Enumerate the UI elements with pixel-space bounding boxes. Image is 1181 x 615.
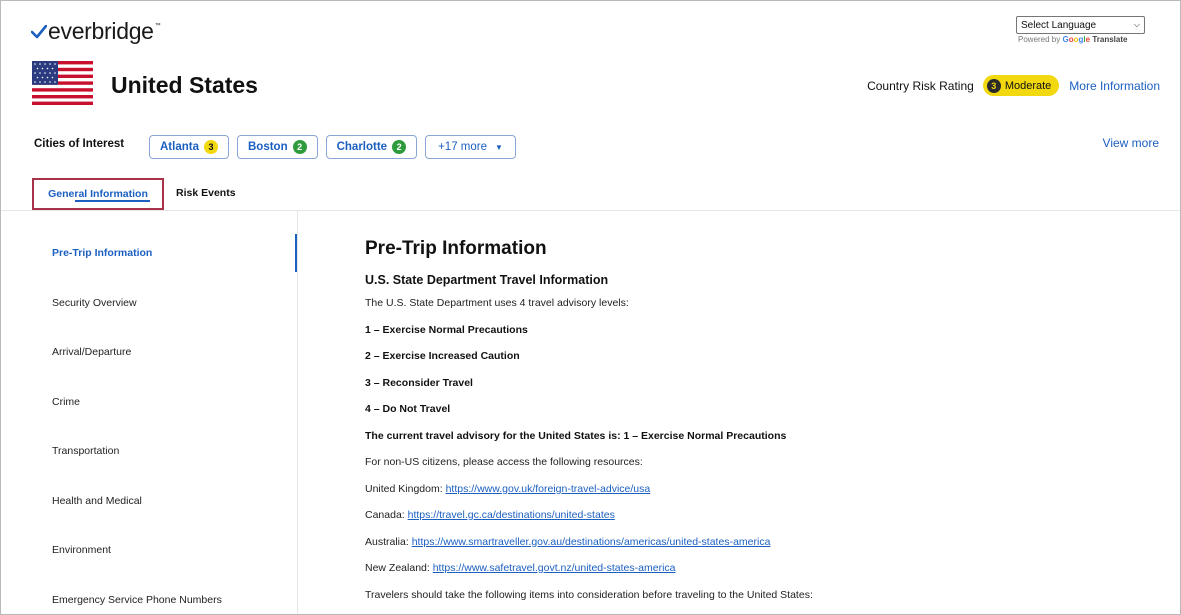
sidebar-item-environment[interactable]: Environment	[52, 544, 111, 556]
city-name: Charlotte	[336, 141, 388, 153]
language-select-value: Select Language	[1021, 19, 1097, 31]
advisory-level-2: 2 – Exercise Increased Caution	[365, 350, 520, 362]
sidebar-item-health-and-medical[interactable]: Health and Medical	[52, 495, 142, 507]
cities-list: Atlanta 3 Boston 2 Charlotte 2 +17 more …	[149, 135, 516, 159]
resource-link-new-zealand[interactable]: https://www.safetravel.govt.nz/united-st…	[433, 562, 676, 574]
current-advisory: The current travel advisory for the Unit…	[365, 429, 787, 442]
country-title: United States	[111, 72, 258, 98]
advisory-level-4: 4 – Do Not Travel	[365, 403, 451, 415]
sidebar-item-arrival-departure[interactable]: Arrival/Departure	[52, 346, 131, 358]
more-cities-dropdown[interactable]: +17 more ▼	[425, 135, 516, 159]
country-risk-rating: Country Risk Rating 3 Moderate More Info…	[867, 75, 1160, 96]
resource-united-kingdom: United Kingdom: https://www.gov.uk/forei…	[365, 482, 1165, 509]
resource-link-united-kingdom[interactable]: https://www.gov.uk/foreign-travel-advice…	[446, 483, 651, 495]
tab-label: General Information	[48, 188, 148, 200]
travel-considerations-intro: Travelers should take the following item…	[365, 588, 813, 601]
risk-level-badge: 3 Moderate	[982, 75, 1060, 96]
city-name: Atlanta	[160, 141, 199, 153]
view-more-link[interactable]: View more	[1103, 136, 1159, 150]
advisory-level-3: 3 – Reconsider Travel	[365, 376, 473, 389]
language-select[interactable]: Select Language ⌵	[1016, 16, 1145, 34]
non-us-intro: For non-US citizens, please access the f…	[365, 456, 643, 468]
risk-rating-label: Country Risk Rating	[867, 78, 974, 93]
city-risk-level-badge: 2	[292, 140, 307, 154]
powered-by-google: Powered by Google Translate	[1016, 35, 1145, 44]
everbridge-logo[interactable]: everbridge ™	[31, 18, 161, 45]
tab-general-information[interactable]: General Information	[32, 178, 164, 210]
google-logo: Google	[1062, 35, 1091, 44]
advisory-intro: The U.S. State Department uses 4 travel …	[365, 297, 629, 309]
risk-level-number: 3	[986, 78, 1001, 93]
sidebar-divider	[297, 211, 298, 614]
cities-of-interest-label: Cities of Interest	[34, 138, 125, 150]
city-risk-level-badge: 2	[392, 140, 407, 154]
translate-link[interactable]: Translate	[1092, 35, 1127, 44]
checkmark-logo-icon	[31, 25, 47, 39]
city-risk-level-badge: 3	[203, 140, 218, 154]
resource-country-label: Australia:	[365, 535, 409, 548]
resource-country-label: Canada:	[365, 509, 405, 521]
sidebar-item-crime[interactable]: Crime	[52, 396, 80, 408]
sidebar-active-indicator	[295, 234, 297, 272]
brand-name: everbridge	[48, 18, 154, 44]
resource-country-label: United Kingdom:	[365, 482, 443, 495]
section-title: Pre-Trip Information	[365, 238, 547, 259]
resource-new-zealand: New Zealand: https://www.safetravel.govt…	[365, 561, 1165, 588]
caret-down-icon: ▼	[494, 142, 503, 152]
more-information-link[interactable]: More Information	[1069, 79, 1160, 93]
city-name: Boston	[247, 141, 288, 153]
sidebar-item-transportation[interactable]: Transportation	[52, 445, 119, 457]
language-widget: Select Language ⌵ Powered by Google Tran…	[1016, 16, 1145, 44]
chevron-down-icon: ⌵	[1133, 20, 1140, 29]
advisory-level-1: 1 – Exercise Normal Precautions	[365, 323, 528, 336]
main-content: Pre-Trip Information U.S. State Departme…	[365, 238, 1165, 614]
sidebar-item-security-overview[interactable]: Security Overview	[52, 297, 137, 309]
tabs-divider	[1, 210, 1180, 211]
resource-link-canada[interactable]: https://travel.gc.ca/destinations/united…	[408, 509, 615, 521]
resource-country-label: New Zealand:	[365, 562, 430, 574]
sidebar-item-emergency-service-phone-numbers[interactable]: Emergency Service Phone Numbers	[52, 594, 222, 606]
resource-australia: Australia: https://www.smartraveller.gov…	[365, 535, 1165, 562]
section-subtitle: U.S. State Department Travel Information	[365, 273, 609, 287]
trademark-mark: ™	[154, 23, 161, 29]
us-flag-icon	[32, 61, 93, 105]
city-pill-atlanta[interactable]: Atlanta 3	[149, 135, 229, 159]
page-frame: everbridge ™ Select Language ⌵ Powered b…	[0, 0, 1181, 615]
powered-by-label: Powered by	[1018, 35, 1061, 44]
resource-link-australia[interactable]: https://www.smartraveller.gov.au/destina…	[412, 536, 771, 548]
sidebar-item-pre-trip-information[interactable]: Pre-Trip Information	[52, 247, 152, 259]
tab-risk-events[interactable]: Risk Events	[176, 187, 236, 199]
city-pill-charlotte[interactable]: Charlotte 2	[325, 135, 418, 159]
risk-level-text: Moderate	[1004, 79, 1052, 92]
city-pill-boston[interactable]: Boston 2	[236, 135, 318, 159]
active-tab-indicator	[75, 200, 150, 202]
resource-canada: Canada: https://travel.gc.ca/destination…	[365, 508, 1165, 535]
more-cities-label: +17 more	[438, 141, 487, 153]
